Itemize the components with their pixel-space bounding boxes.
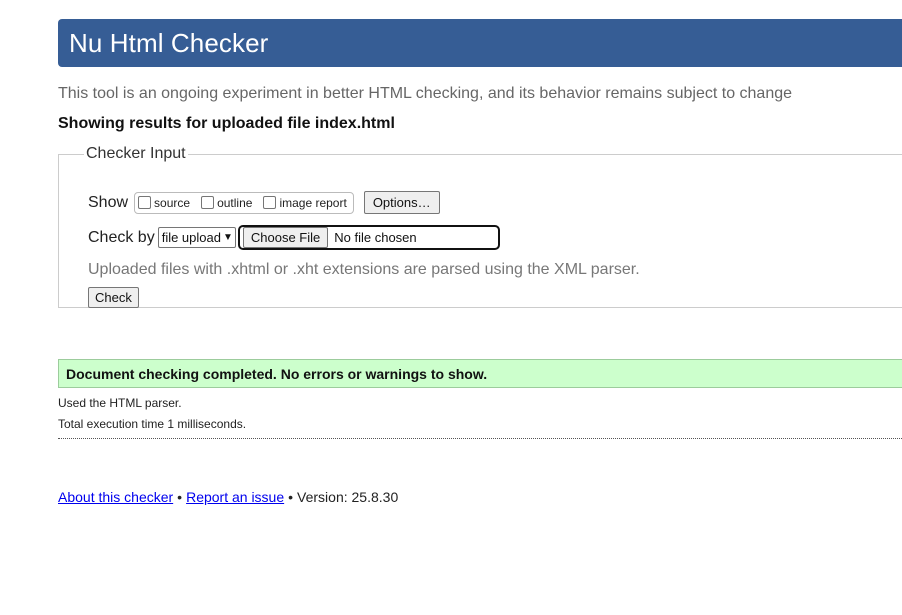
results-heading: Showing results for uploaded file index.…: [58, 115, 395, 132]
show-outline-option[interactable]: outline: [198, 196, 252, 210]
page: Nu Html Checker This tool is an ongoing …: [0, 0, 902, 615]
execution-time: Total execution time 1 milliseconds.: [58, 417, 247, 431]
footer-separator: •: [288, 489, 294, 505]
show-label: Show: [88, 193, 129, 211]
check-by-selected-value: file upload: [161, 230, 221, 245]
footer: About this checker • Report an issue • Versi…: [58, 489, 398, 505]
check-by-select[interactable]: file upload ▼: [157, 227, 236, 248]
checker-input-legend: Checker Input: [86, 145, 186, 162]
parser-note: Used the HTML parser.: [58, 396, 182, 410]
check-by-row: Check by file upload ▼ Choose File No fi…: [88, 225, 500, 250]
file-status-text: No file chosen: [334, 230, 417, 245]
about-checker-link[interactable]: About this checker: [58, 489, 173, 505]
check-by-label: Check by: [88, 228, 155, 246]
show-source-option[interactable]: source: [135, 196, 190, 210]
checker-input-fieldset: Checker Input Show source outline image …: [58, 145, 902, 308]
intro-text: This tool is an ongoing experiment in be…: [58, 85, 793, 102]
version-text: Version: 25.8.30: [297, 489, 399, 505]
show-row: Show source outline image report Options…: [88, 191, 440, 214]
divider: [58, 438, 902, 439]
show-options-group: source outline image report: [134, 191, 354, 214]
source-checkbox[interactable]: [138, 196, 152, 209]
image-report-checkbox-label: image report: [279, 195, 347, 210]
success-message: Document checking completed. No errors o…: [58, 359, 902, 388]
report-issue-link[interactable]: Report an issue: [186, 489, 284, 505]
choose-file-button[interactable]: Choose File: [242, 227, 329, 248]
image-report-checkbox[interactable]: [263, 196, 277, 209]
footer-separator: •: [177, 489, 183, 505]
page-title: Nu Html Checker: [69, 28, 269, 58]
source-checkbox-label: source: [154, 195, 191, 210]
show-image-report-option[interactable]: image report: [260, 195, 347, 210]
file-input[interactable]: Choose File No file chosen: [237, 225, 500, 250]
upload-hint: Uploaded files with .xhtml or .xht exten…: [88, 261, 640, 278]
outline-checkbox[interactable]: [201, 196, 215, 209]
options-button[interactable]: Options…: [363, 191, 440, 214]
outline-checkbox-label: outline: [217, 195, 253, 210]
check-button[interactable]: Check: [88, 287, 139, 308]
chevron-down-icon: ▼: [222, 232, 233, 243]
header-banner: Nu Html Checker: [58, 19, 902, 67]
